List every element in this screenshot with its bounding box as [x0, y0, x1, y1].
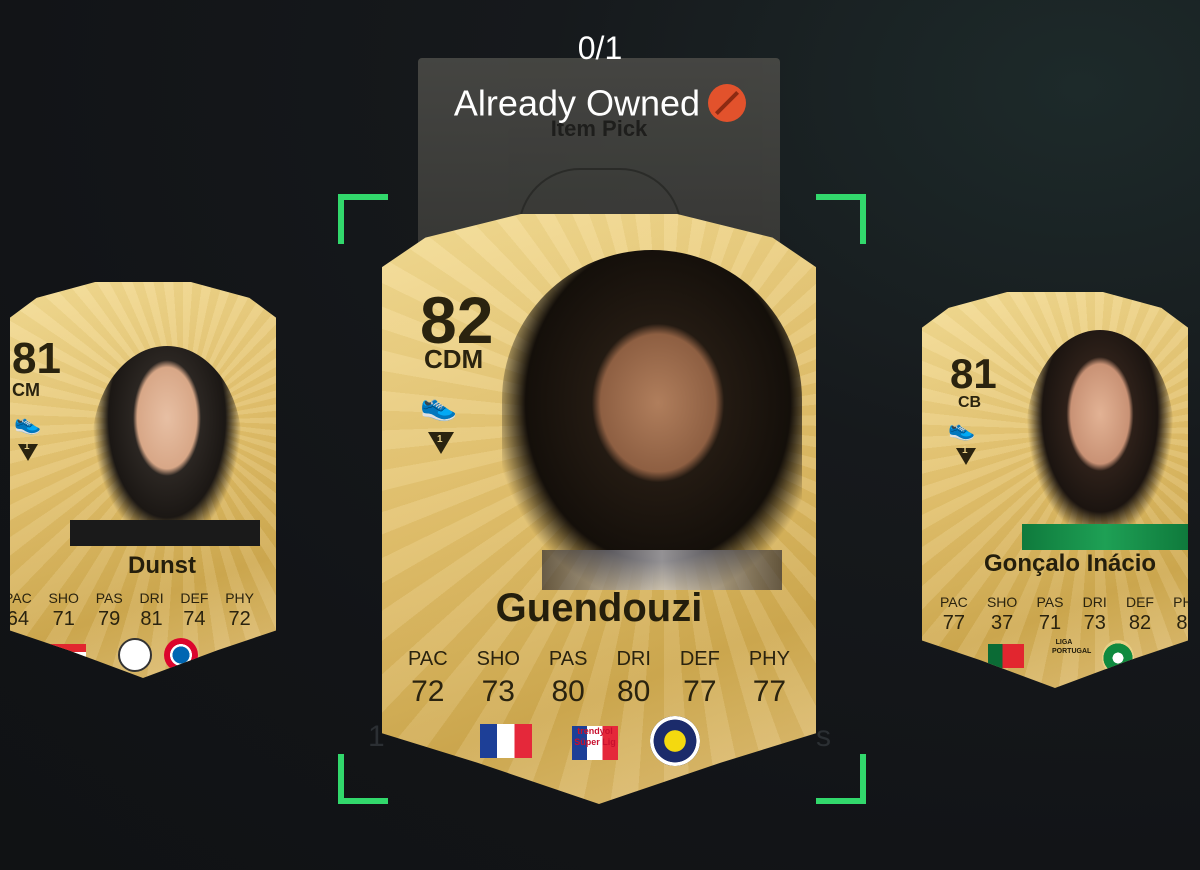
stat-def: DEF 77: [679, 648, 720, 708]
stat-pas: PAS 79: [95, 590, 123, 630]
stats-row: PAC64 SHO71 PAS79 DRI81 DEF74 PHY72: [10, 590, 254, 631]
bayern-munich-badge-icon: [164, 638, 198, 672]
owned-status: Already Owned: [0, 80, 1200, 124]
stat-pac: PAC 77: [940, 594, 968, 634]
card-rating: 81: [950, 350, 997, 397]
stat-sho: SHO 73: [476, 648, 520, 708]
boot-icon: 👟: [14, 410, 42, 435]
stat-pas: PAS 80: [548, 648, 588, 708]
player-photo: [1026, 330, 1174, 540]
stat-def: DEF 74: [180, 590, 209, 630]
skill-level-icon: 1: [956, 445, 976, 465]
player-name: Dunst: [128, 552, 196, 579]
league-logo-icon: LIGA PORTUGAL: [1052, 639, 1092, 655]
austria-flag-icon: [50, 644, 86, 668]
league-badge-icon: [118, 638, 152, 672]
selection-corner-top-left: [338, 194, 388, 244]
card-position: CM: [12, 380, 40, 400]
card-position: CDM: [424, 344, 484, 374]
stat-dri: DRI 81: [139, 590, 164, 630]
not-allowed-icon: [708, 84, 747, 123]
pick-count: 0/1: [577, 30, 623, 66]
owned-status-label: Already Owned: [453, 82, 701, 124]
skill-level-icon: 1: [18, 441, 38, 461]
card-position: CB: [958, 394, 982, 411]
stat-pas: PAS 71: [1036, 594, 1064, 634]
sporting-cp-badge-icon: [1102, 640, 1134, 676]
stat-sho: SHO 71: [48, 590, 79, 630]
player-card-right[interactable]: 81 CB 👟 1 Gonçalo Inácio PAC 77 SHO 37 PAS…: [922, 292, 1188, 688]
player-photo: [92, 346, 242, 546]
selection-corner-top-right: [816, 194, 866, 244]
stat-pac: PAC64: [10, 590, 32, 630]
league-logo-icon: trendyol Süper Lig: [572, 726, 618, 760]
stat-dri: DRI 80: [616, 648, 651, 708]
player-photo: [502, 250, 802, 590]
stat-sho: SHO 37: [986, 594, 1018, 634]
stats-row: PAC 72 SHO 73 PAS 80 DRI 80 DEF 77 PHY 77: [408, 648, 790, 709]
stat-dri: DRI 73: [1082, 594, 1107, 634]
ghost-text-right: s: [816, 720, 831, 753]
skill-level-icon: 1: [428, 432, 454, 454]
stat-def: DEF 82: [1125, 594, 1154, 634]
portugal-flag-icon: [988, 644, 1024, 668]
boot-icon: 👟: [948, 416, 976, 441]
player-shirt: [70, 520, 260, 546]
player-shirt: [542, 550, 782, 590]
boot-icon: 👟: [420, 389, 458, 422]
selection-corner-bottom-right: [816, 754, 866, 804]
player-card-main[interactable]: 82 CDM 👟 1 Guendouzi PAC 72 SHO 73 PAS 80 D…: [382, 214, 816, 804]
player-shirt: [1022, 524, 1188, 550]
france-flag-icon: [480, 724, 532, 758]
stat-phy: PHY81: [1173, 594, 1188, 634]
player-name: Guendouzi: [495, 586, 703, 630]
stat-phy: PHY 77: [748, 648, 790, 708]
selection-corner-bottom-left: [338, 754, 388, 804]
player-name: Gonçalo Inácio: [983, 550, 1157, 577]
card-rating: 81: [12, 334, 61, 383]
stat-pac: PAC 72: [408, 648, 448, 708]
stats-row: PAC77 SHO37 PAS71 DRI73 DEF82 PHY81: [940, 594, 1188, 635]
player-card-left[interactable]: 81 CM 👟 1 Dunst PAC64 SHO71 PAS79 DRI81 …: [10, 282, 276, 678]
stat-phy: PHY 72: [225, 590, 254, 630]
fenerbahce-badge-icon: [650, 716, 700, 766]
